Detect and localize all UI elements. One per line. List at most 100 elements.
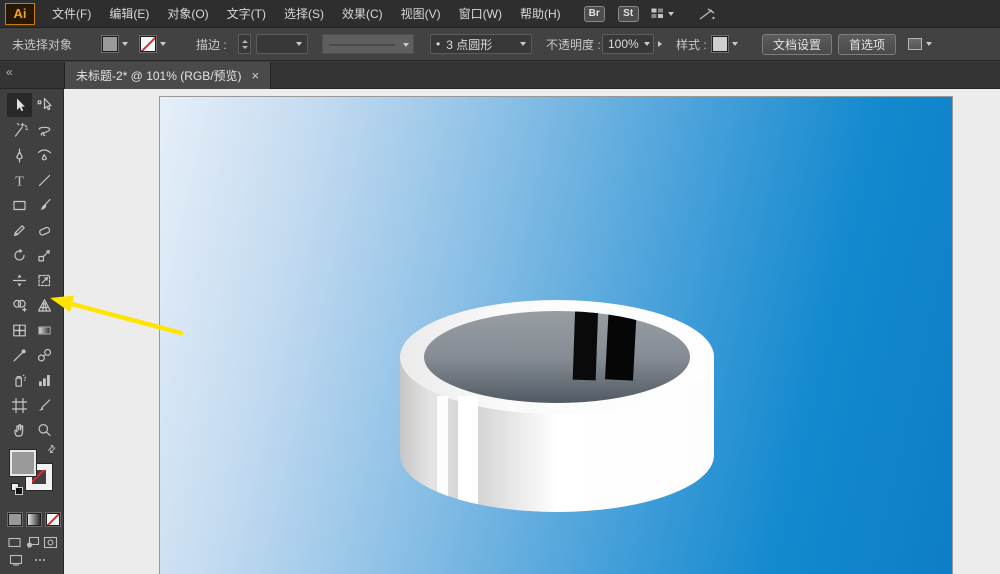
draw-behind-icon[interactable]	[25, 536, 40, 549]
chevron-down-icon	[122, 42, 128, 46]
gradient-tool[interactable]	[32, 318, 57, 342]
draw-normal-icon[interactable]	[7, 536, 22, 549]
canvas-pasteboard[interactable]	[64, 89, 1000, 574]
free-transform-tool[interactable]	[32, 268, 57, 292]
pen-icon	[11, 147, 28, 164]
opacity-dropdown[interactable]: 100%	[602, 34, 662, 54]
eyedropper-tool[interactable]	[7, 343, 32, 367]
menu-select[interactable]: 选择(S)	[275, 0, 333, 28]
eyedropper-icon	[11, 347, 28, 364]
zoom-tool[interactable]	[32, 418, 57, 442]
close-tab-icon[interactable]: ×	[252, 69, 260, 82]
tool-grid: T	[0, 89, 63, 442]
blend-tool[interactable]	[32, 343, 57, 367]
illustrator-logo: Ai	[5, 3, 35, 25]
menu-file[interactable]: 文件(F)	[43, 0, 100, 28]
pen-tool[interactable]	[7, 143, 32, 167]
document-tab-title: 未标题-2* @ 101% (RGB/预览)	[76, 67, 242, 84]
column-graph-icon	[36, 372, 53, 389]
magic-wand-tool[interactable]	[7, 118, 32, 142]
none-button[interactable]	[46, 513, 60, 526]
preferences-button[interactable]: 首选项	[838, 34, 896, 54]
direct-selection-icon	[36, 97, 53, 114]
scale-tool[interactable]	[32, 243, 57, 267]
brush-definition-dropdown[interactable]: • 3 点圆形	[430, 34, 532, 54]
stroke-none-swatch	[140, 36, 156, 52]
grid-icon	[651, 8, 664, 19]
menu-view[interactable]: 视图(V)	[392, 0, 450, 28]
draw-inside-icon[interactable]	[43, 536, 58, 549]
tools-panel: T ⇄	[0, 89, 64, 574]
width-profile-dropdown[interactable]	[322, 34, 414, 54]
more-options-icon[interactable]	[33, 554, 47, 566]
rotate-tool[interactable]	[7, 243, 32, 267]
document-tab[interactable]: 未标题-2* @ 101% (RGB/预览) ×	[64, 62, 271, 89]
document-setup-button[interactable]: 文档设置	[762, 34, 832, 54]
stock-button[interactable]: St	[618, 6, 639, 22]
arrange-documents-button[interactable]	[651, 8, 674, 19]
pencil-tool[interactable]	[7, 218, 32, 242]
chevron-down-icon	[160, 42, 166, 46]
chevron-down-icon	[668, 12, 674, 16]
change-screen-mode-icon[interactable]	[9, 554, 23, 566]
selection-status: 未选择对象	[12, 35, 72, 55]
color-button[interactable]	[8, 513, 22, 526]
hand-tool[interactable]	[7, 418, 32, 442]
opacity-label: 不透明度 :	[546, 35, 601, 55]
stroke-weight-stepper[interactable]	[238, 34, 251, 54]
menu-type[interactable]: 文字(T)	[218, 0, 275, 28]
free-transform-icon	[36, 272, 53, 289]
artboard-icon	[11, 397, 28, 414]
stroke-weight-dropdown[interactable]	[256, 34, 308, 54]
line-segment-icon	[36, 172, 53, 189]
menu-edit[interactable]: 编辑(E)	[100, 0, 158, 28]
menu-help[interactable]: 帮助(H)	[511, 0, 570, 28]
lasso-icon	[36, 122, 53, 139]
mesh-tool[interactable]	[7, 318, 32, 342]
brush-name: 3 点圆形	[446, 36, 514, 53]
stepper-arrows[interactable]	[238, 34, 251, 54]
pen-slash-icon	[698, 7, 716, 21]
lasso-tool[interactable]	[32, 118, 57, 142]
ring-artwork[interactable]	[160, 97, 952, 574]
line-segment-tool[interactable]	[32, 168, 57, 192]
column-graph-tool[interactable]	[32, 368, 57, 392]
paintbrush-tool[interactable]	[32, 193, 57, 217]
symbol-sprayer-tool[interactable]	[7, 368, 32, 392]
rectangle-tool[interactable]	[7, 193, 32, 217]
document-icon	[908, 38, 922, 50]
bridge-button[interactable]: Br	[584, 6, 605, 22]
swap-fill-stroke-icon[interactable]: ⇄	[45, 443, 59, 457]
perspective-grid-tool[interactable]	[32, 293, 57, 317]
brush-dot-icon: •	[436, 37, 440, 51]
menu-effect[interactable]: 效果(C)	[333, 0, 392, 28]
shape-builder-tool[interactable]	[7, 293, 32, 317]
panel-arrow-icon[interactable]	[658, 41, 662, 47]
artboard-tool[interactable]	[7, 393, 32, 417]
stroke-color-dropdown[interactable]	[140, 34, 166, 54]
blob-brush-icon	[36, 222, 53, 239]
fill-color-swatch[interactable]	[10, 450, 36, 476]
selection-tool[interactable]	[7, 93, 32, 117]
artboard[interactable]	[160, 97, 952, 574]
chevron-down-icon	[403, 43, 409, 47]
selection-icon	[11, 97, 28, 114]
curvature-tool[interactable]	[32, 143, 57, 167]
perspective-grid-icon	[36, 297, 53, 314]
stroke-weight-value[interactable]	[256, 34, 308, 54]
width-tool[interactable]	[7, 268, 32, 292]
blob-brush-tool[interactable]	[32, 218, 57, 242]
direct-selection-tool[interactable]	[32, 93, 57, 117]
mesh-icon	[11, 322, 28, 339]
arrange-documents-dropdown[interactable]	[908, 34, 932, 54]
menu-window[interactable]: 窗口(W)	[450, 0, 511, 28]
type-tool[interactable]: T	[7, 168, 32, 192]
style-dropdown[interactable]	[712, 34, 738, 54]
menu-object[interactable]: 对象(O)	[158, 0, 217, 28]
fill-color-dropdown[interactable]	[102, 34, 128, 54]
menu-utility-button[interactable]	[698, 7, 716, 21]
gradient-button[interactable]	[27, 513, 41, 526]
collapse-panel-icon[interactable]: «	[6, 65, 13, 79]
default-colors-icon[interactable]	[15, 487, 23, 495]
slice-tool[interactable]	[32, 393, 57, 417]
